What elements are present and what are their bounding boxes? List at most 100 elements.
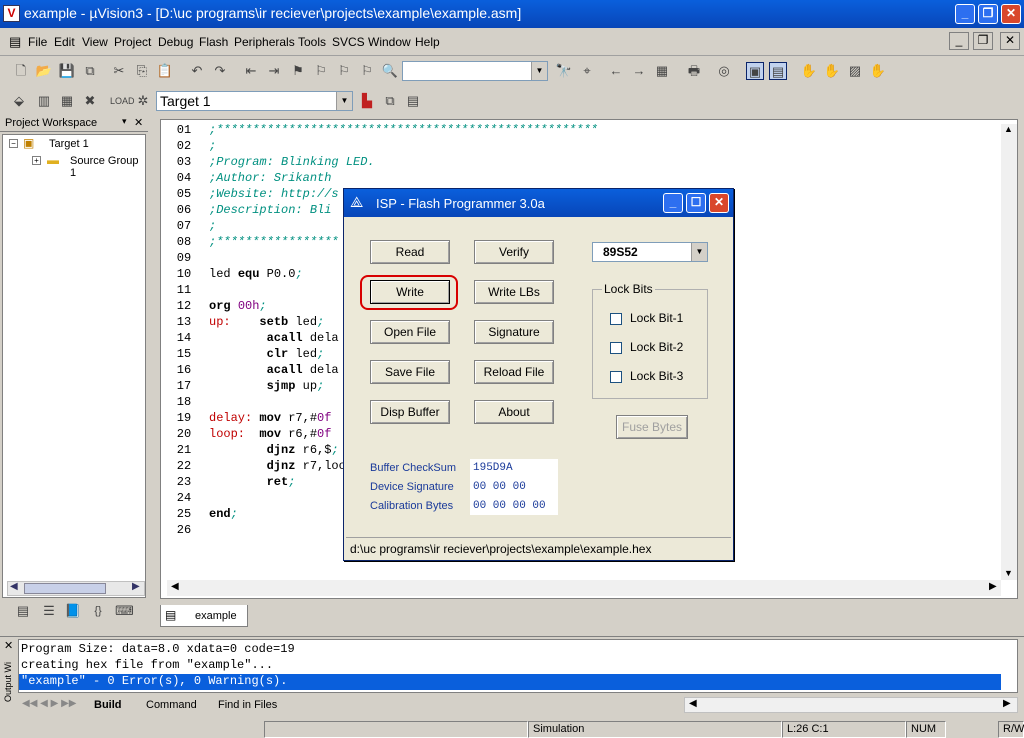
rebuild-icon[interactable]: ▦ [58,92,76,110]
lock-bit-2-checkbox[interactable] [610,342,622,354]
bookmark-clear-icon[interactable]: ⚐ [358,62,376,80]
paste-icon[interactable]: 📋 [156,62,174,80]
read-button[interactable]: Read [370,240,450,264]
regs-tab-icon[interactable]: ☰ [40,602,58,620]
verify-button[interactable]: Verify [474,240,554,264]
bookmark-toggle-icon[interactable]: ⚑ [289,62,307,80]
cut-icon[interactable]: ✂ [110,62,128,80]
functions-tab-icon[interactable]: {} [89,602,107,620]
scroll-left-icon[interactable]: ◀ [171,581,179,592]
expand-icon[interactable]: + [32,156,41,165]
bookmark-prev-icon[interactable]: ⚐ [335,62,353,80]
copy-icon[interactable]: ⎘ [133,62,151,80]
menu-project[interactable]: Project [114,35,151,49]
tree-root[interactable]: Target 1 [49,138,89,150]
find-icon[interactable]: 🔭 [555,62,573,80]
menu-window[interactable]: Window [368,35,411,49]
incremental-find-icon[interactable]: ⌖ [578,62,596,80]
output-toggle-icon[interactable]: ▤ [769,62,787,80]
menu-help[interactable]: Help [415,35,440,49]
redo-icon[interactable]: ↷ [211,62,229,80]
collapse-icon[interactable]: − [9,139,18,148]
dialog-close-button[interactable]: ✕ [709,193,729,213]
menu-tools[interactable]: Tools [298,35,326,49]
scroll-left-icon[interactable]: ◀ [10,581,18,592]
chevron-down-icon[interactable]: ▼ [691,243,707,261]
stop-build-icon[interactable]: ✖ [81,92,99,110]
editor-hscrollbar[interactable]: ◀ ▶ [167,580,1001,596]
scroll-left-icon[interactable]: ◀ [689,698,697,709]
files-tab-icon[interactable]: ▤ [14,602,32,620]
find-in-files-icon[interactable]: 🔍 [381,62,399,80]
tab-build[interactable]: Build [94,699,122,711]
about-button[interactable]: About [474,400,554,424]
books-icon[interactable]: ▤ [404,92,422,110]
hand-all-icon[interactable]: ✋ [869,62,887,80]
bookmark-next-icon[interactable]: ⚐ [312,62,330,80]
config-icon[interactable]: ▨ [846,62,864,80]
menu-svcs[interactable]: SVCS [332,35,365,49]
menu-edit[interactable]: Edit [54,35,75,49]
menu-peripherals[interactable]: Peripherals [234,35,295,49]
disp-buffer-button[interactable]: Disp Buffer [370,400,450,424]
print-icon[interactable]: 🖶 [685,62,703,80]
outdent-icon[interactable]: ⇤ [242,62,260,80]
open-file-button[interactable]: Open File [370,320,450,344]
tab-nav-icon[interactable]: ◀◀ ◀ ▶ ▶▶ [22,698,76,709]
chevron-down-icon[interactable]: ▼ [336,92,352,110]
dialog-minimize-button[interactable]: _ [663,193,683,213]
mdi-restore-button[interactable]: ❐ [973,32,993,50]
save-all-icon[interactable]: ⧉ [81,62,99,80]
output-line-selected[interactable]: "example" - 0 Error(s), 0 Warning(s). [19,674,1001,690]
new-file-icon[interactable]: 🗋 [12,62,30,80]
target-select[interactable]: Target 1 ▼ [156,91,353,111]
workspace-close-icon[interactable]: ✕ [134,116,143,129]
device-select[interactable]: 89S52 ▼ [592,242,708,262]
mdi-minimize-button[interactable]: _ [949,32,969,50]
save-icon[interactable]: 💾 [58,62,76,80]
hand-stop-icon[interactable]: ✋ [823,62,841,80]
write-button[interactable]: Write [370,280,450,304]
scroll-up-icon[interactable]: ▲ [1004,124,1013,134]
lock-bit-3-checkbox[interactable] [610,371,622,383]
scroll-right-icon[interactable]: ▶ [132,581,140,592]
menu-file[interactable]: File [28,35,47,49]
output-close-icon[interactable]: ✕ [4,639,13,652]
chevron-down-icon[interactable]: ▼ [531,62,547,80]
forward-icon[interactable]: → [630,62,648,80]
tree-source-group[interactable]: Source Group 1 [70,155,145,179]
write-lbs-button[interactable]: Write LBs [474,280,554,304]
lock-bit-1-checkbox[interactable] [610,313,622,325]
scroll-right-icon[interactable]: ▶ [989,581,997,592]
editor-vscrollbar[interactable]: ▲ ▼ [1001,124,1017,580]
workspace-hscrollbar[interactable]: ◀ ▶ [7,581,145,596]
tab-find-in-files[interactable]: Find in Files [218,699,277,711]
hand-icon[interactable]: ✋ [800,62,818,80]
debug-session-icon[interactable]: ◎ [715,62,733,80]
open-file-icon[interactable]: 📂 [35,62,53,80]
components-icon[interactable]: ▙ [358,92,376,110]
menu-debug[interactable]: Debug [158,35,193,49]
close-button[interactable]: ✕ [1001,4,1021,24]
output-hscrollbar[interactable]: ◀ ▶ [684,697,1018,713]
save-file-button[interactable]: Save File [370,360,450,384]
tab-example[interactable]: ▤ example [160,605,248,627]
dialog-maximize-button[interactable]: ☐ [686,193,706,213]
translate-icon[interactable]: ⬙ [10,92,28,110]
scroll-down-icon[interactable]: ▼ [1004,568,1013,578]
reload-file-button[interactable]: Reload File [474,360,554,384]
mdi-close-button[interactable]: ✕ [1000,32,1020,50]
tab-command[interactable]: Command [146,699,197,711]
pin-icon[interactable]: ▾ [122,116,127,127]
load-icon[interactable]: LOAD [110,92,135,110]
books-tab-icon[interactable]: 📘 [64,602,82,620]
indent-icon[interactable]: ⇥ [265,62,283,80]
minimize-button[interactable]: _ [955,4,975,24]
build-icon[interactable]: ▥ [35,92,53,110]
signature-button[interactable]: Signature [474,320,554,344]
back-icon[interactable]: ← [607,62,625,80]
templates-tab-icon[interactable]: ⌨ [115,602,134,620]
menu-view[interactable]: View [82,35,108,49]
menu-flash[interactable]: Flash [199,35,228,49]
restore-button[interactable]: ❐ [978,4,998,24]
